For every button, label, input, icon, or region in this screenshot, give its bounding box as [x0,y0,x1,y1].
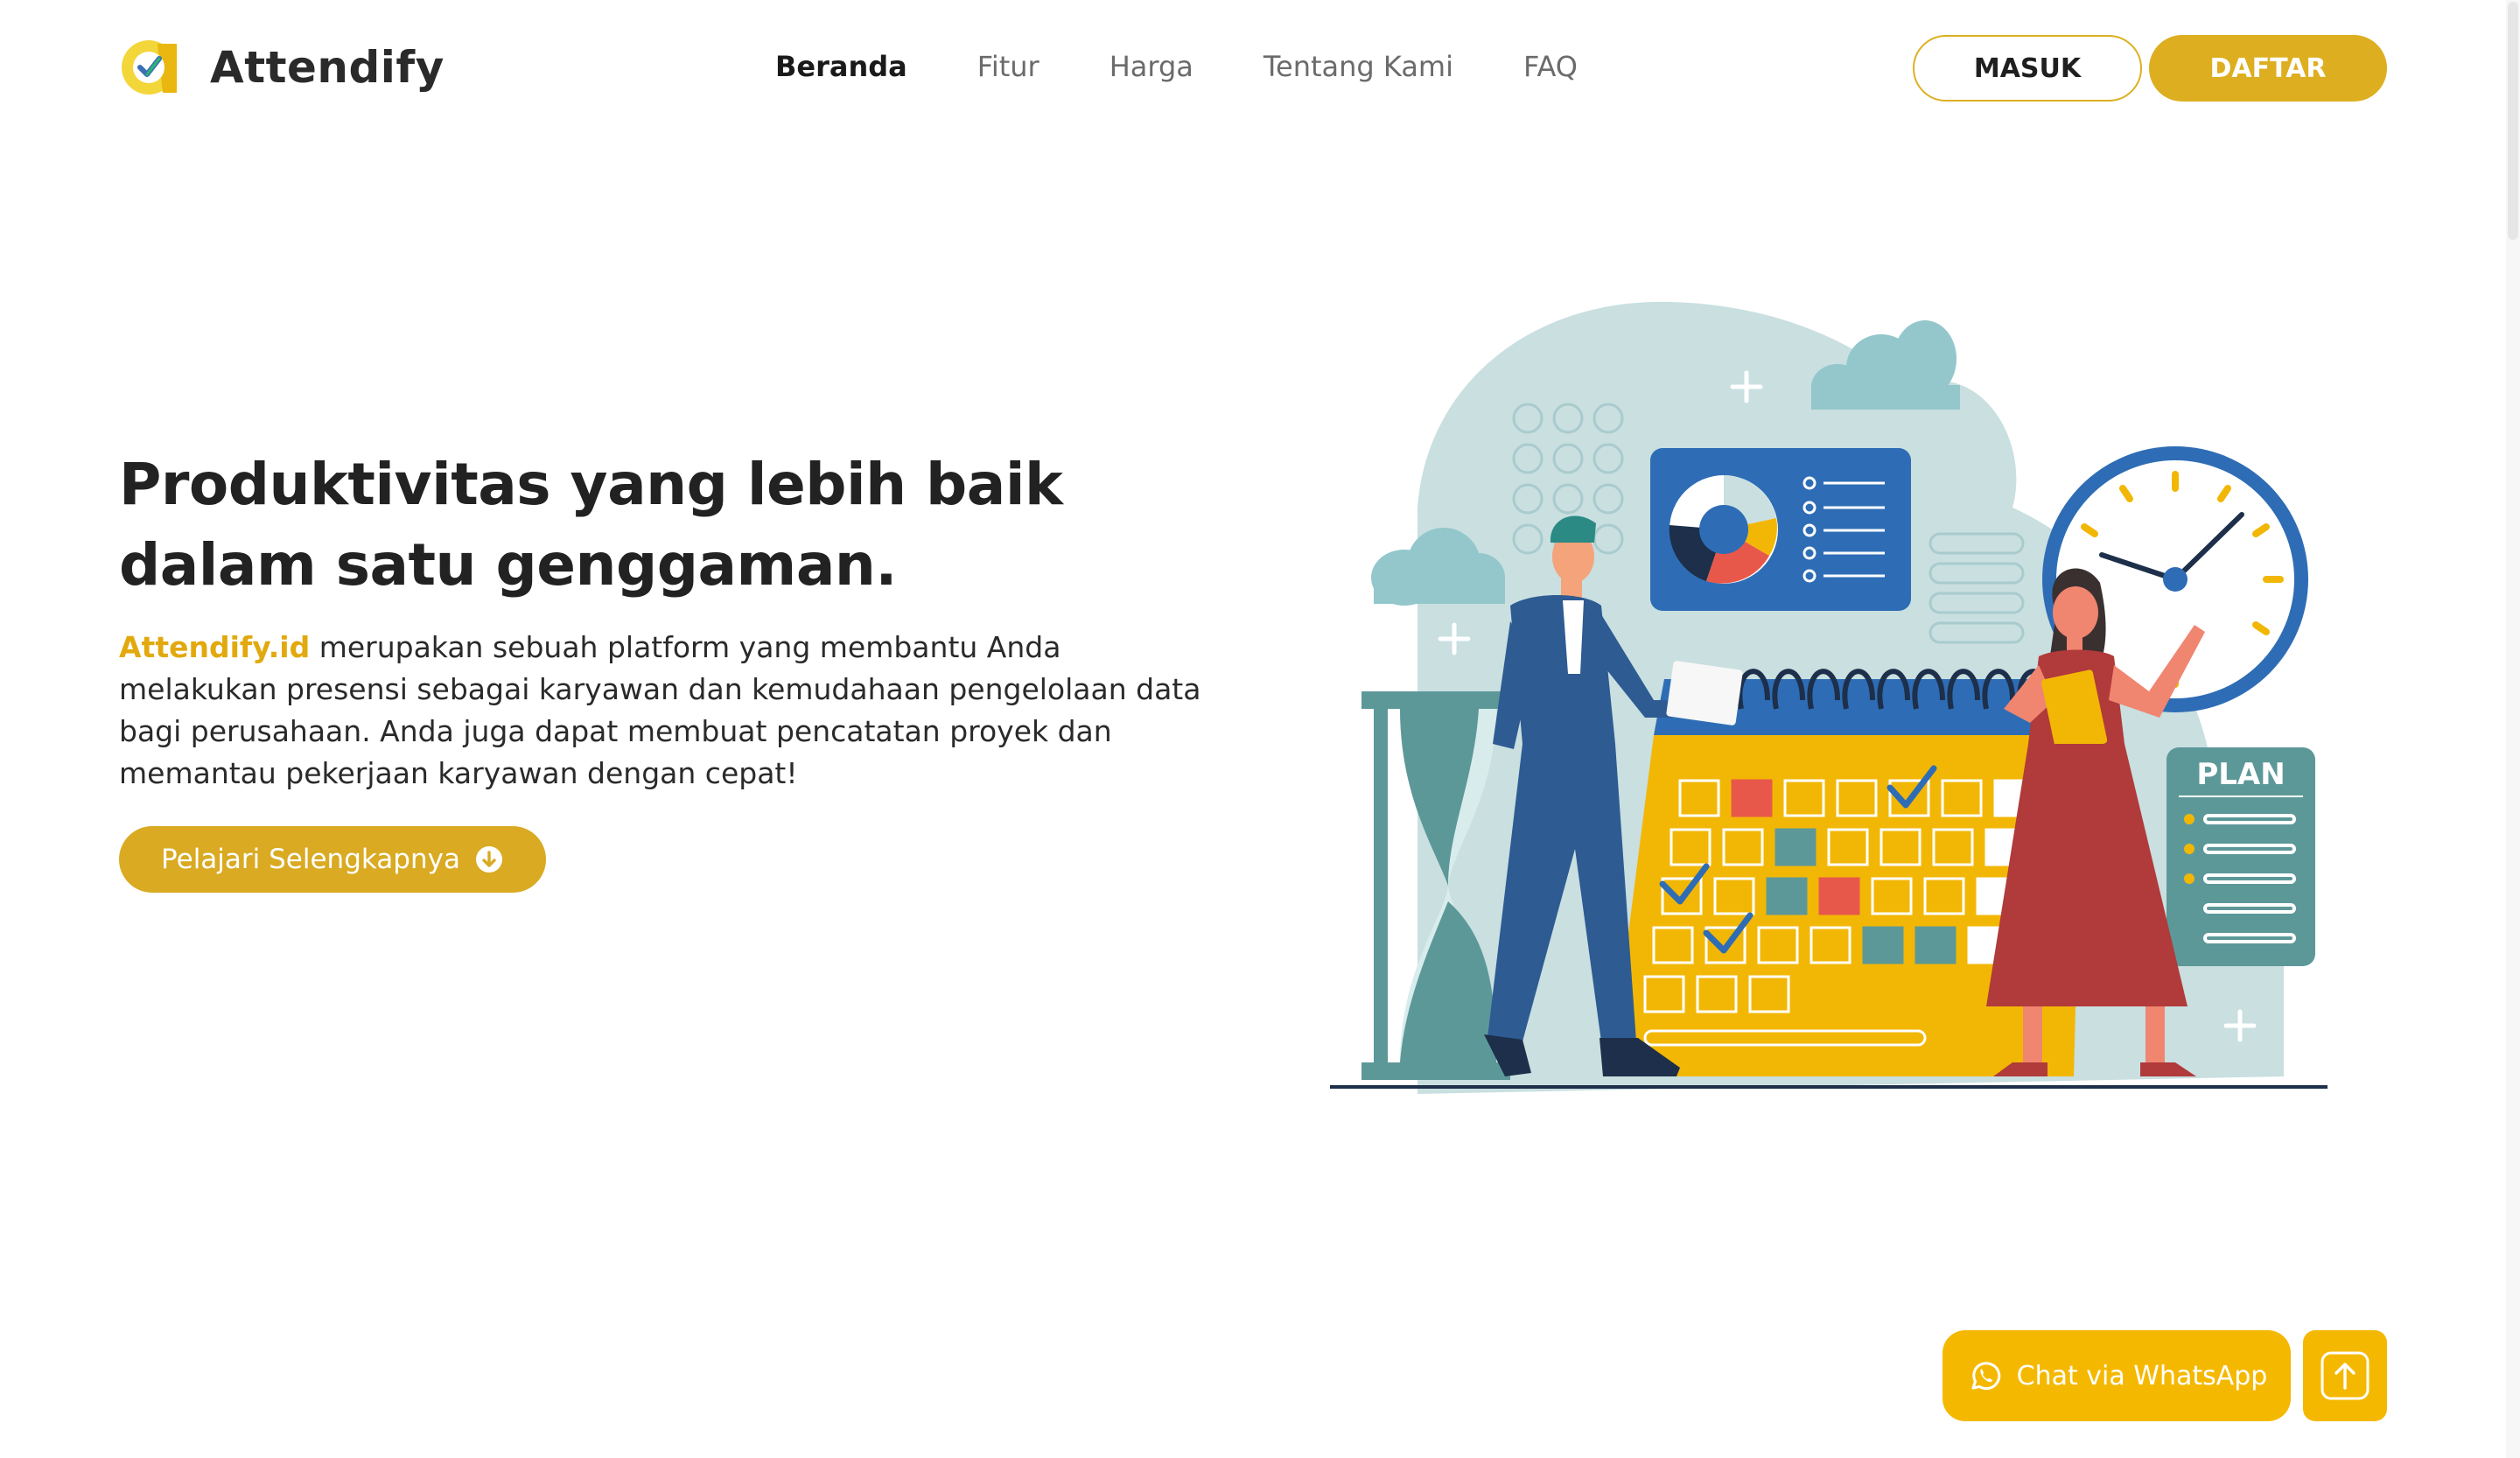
attendify-logo-icon [122,40,177,95]
report-card-shape [1650,448,1911,611]
plan-board-label: PLAN [2196,757,2285,792]
nav-item-fitur[interactable]: Fitur [977,46,1040,88]
cloud-right-shape [1811,320,1960,410]
arrow-down-circle-icon [475,846,502,873]
nav-item-tentang-kami[interactable]: Tentang Kami [1264,46,1453,88]
brand-name: Attendify [210,42,444,93]
whatsapp-chat-button[interactable]: Chat via WhatsApp [1942,1330,2291,1421]
nav-item-beranda[interactable]: Beranda [775,46,907,88]
login-button[interactable]: MASUK [1913,35,2142,102]
hero-title: Produktivitas yang lebih baik dalam satu… [119,445,1099,606]
arrow-up-icon [2320,1351,2370,1400]
brand[interactable]: Attendify [119,35,444,100]
learn-more-button[interactable]: Pelajari Selengkapnya [119,826,546,893]
register-button[interactable]: DAFTAR [2149,35,2387,102]
whatsapp-chat-label: Chat via WhatsApp [2016,1360,2268,1391]
hero-title-line-2: dalam satu genggaman. [119,531,897,599]
brand-link[interactable]: Attendify.id [119,630,310,664]
learn-more-label: Pelajari Selengkapnya [161,844,460,875]
hero-title-line-1: Produktivitas yang lebih baik [119,451,1063,518]
whatsapp-icon [1971,1362,2000,1391]
nav-item-harga[interactable]: Harga [1110,46,1194,88]
nav-item-faq[interactable]: FAQ [1523,46,1578,88]
site-header: Attendify Beranda Fitur Harga Tentang Ka… [0,0,2520,135]
page-scrollbar[interactable] [2506,0,2520,1458]
plan-board-shape: PLAN [2166,747,2315,966]
back-to-top-button[interactable] [2303,1330,2387,1421]
scrollbar-thumb[interactable] [2508,2,2518,240]
hero-description: Attendify.id merupakan sebuah platform y… [119,627,1222,795]
hero-illustration: PLAN [1330,301,2328,1094]
main-nav: Beranda Fitur Harga Tentang Kami FAQ [775,46,1648,88]
